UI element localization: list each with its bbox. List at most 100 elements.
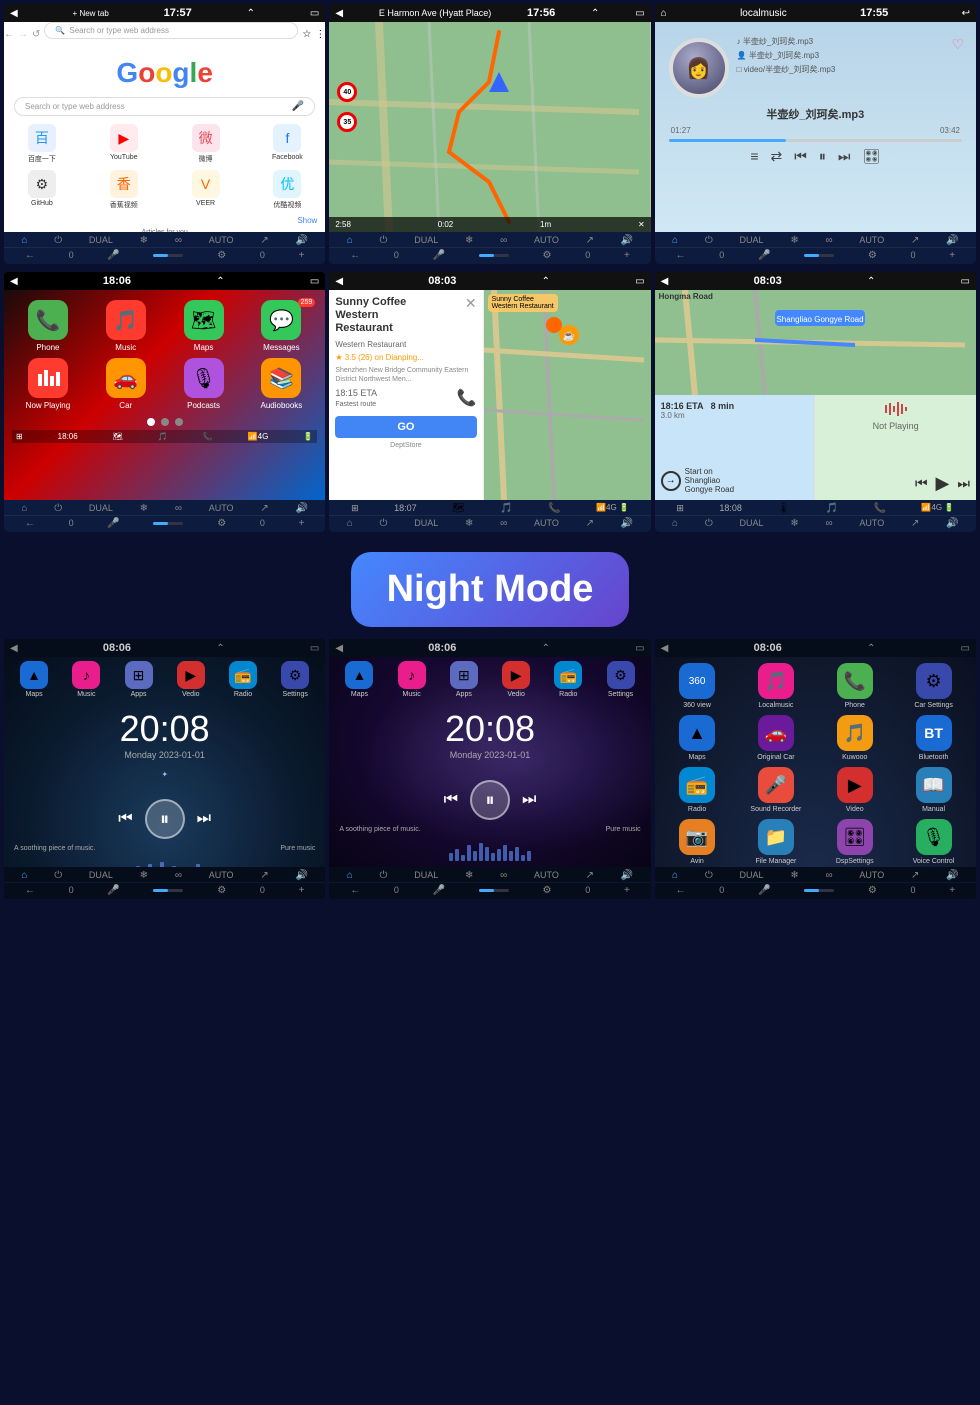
- app-radio[interactable]: 📻 Radio: [229, 661, 257, 698]
- app-music[interactable]: 🎵 Music: [90, 300, 162, 352]
- home-icon[interactable]: ⌂: [672, 518, 678, 529]
- app-maps[interactable]: 🗺 Maps: [168, 300, 240, 352]
- app-podcasts[interactable]: 🎙 Podcasts: [168, 358, 240, 410]
- nav-forward[interactable]: →: [18, 29, 28, 40]
- volume-icon[interactable]: 🔊: [946, 870, 958, 881]
- loop-icon[interactable]: ∞: [825, 235, 832, 246]
- loop-icon[interactable]: ∞: [175, 870, 182, 881]
- map-icon[interactable]: 🗺: [452, 503, 465, 514]
- play-btn[interactable]: ▶: [936, 473, 950, 494]
- arrow-left-icon[interactable]: ←: [350, 250, 360, 261]
- up-icon[interactable]: ⌃: [216, 643, 224, 654]
- nav-icon[interactable]: ↗: [260, 870, 268, 881]
- vol-up-icon[interactable]: +: [299, 518, 305, 529]
- fan-icon[interactable]: ⚙: [217, 885, 226, 896]
- up-icon[interactable]: ⌃: [542, 276, 550, 287]
- nav-back[interactable]: ←: [4, 29, 14, 40]
- snowflake-icon[interactable]: ❄: [465, 870, 473, 881]
- power-icon[interactable]: ⏻: [54, 503, 62, 514]
- home-icon[interactable]: ⌂: [661, 8, 667, 19]
- app-now-playing[interactable]: Now Playing: [12, 358, 84, 410]
- snowflake-icon[interactable]: ❄: [790, 235, 798, 246]
- back-icon[interactable]: ◀: [335, 276, 343, 287]
- home-icon[interactable]: ⌂: [347, 518, 353, 529]
- link-weibo[interactable]: 微 微博: [168, 124, 244, 164]
- power-icon[interactable]: ⏻: [54, 235, 62, 246]
- nav-icon[interactable]: ↗: [911, 235, 919, 246]
- link-veer[interactable]: V VEER: [168, 170, 244, 210]
- close-btn[interactable]: ✕: [638, 220, 645, 229]
- music-icon[interactable]: 🎵: [500, 503, 512, 514]
- temp-slider[interactable]: [153, 250, 183, 261]
- power-icon[interactable]: ⏻: [380, 870, 388, 881]
- up-icon[interactable]: ⌃: [867, 643, 875, 654]
- app-maps[interactable]: ▲ Maps: [661, 715, 734, 761]
- power-icon[interactable]: ⏻: [705, 518, 713, 529]
- power-icon[interactable]: ⏻: [705, 235, 713, 246]
- phone-app-icon[interactable]: 📞: [203, 432, 213, 441]
- volume-icon[interactable]: 🔊: [621, 870, 633, 881]
- power-icon[interactable]: ⏻: [54, 870, 62, 881]
- app-phone[interactable]: 📞 Phone: [12, 300, 84, 352]
- volume-icon[interactable]: 🔊: [946, 235, 958, 246]
- app-apps[interactable]: ⊞ Apps: [125, 661, 153, 698]
- back-btn[interactable]: ◀: [335, 8, 343, 19]
- home-icon[interactable]: ⌂: [347, 235, 353, 246]
- window-icon[interactable]: ▭: [635, 643, 644, 654]
- grid-icon[interactable]: ⊞: [351, 503, 359, 514]
- tab-icon[interactable]: + New tab: [73, 9, 109, 18]
- app-sound-recorder[interactable]: 🎤 Sound Recorder: [739, 767, 812, 813]
- arrow-left-icon[interactable]: ←: [25, 518, 35, 529]
- app-messages[interactable]: 💬 259 Messages: [245, 300, 317, 352]
- loop-icon[interactable]: ∞: [500, 870, 507, 881]
- app-apps[interactable]: ⊞ Apps: [450, 661, 478, 698]
- volume-icon[interactable]: 🔊: [621, 235, 633, 246]
- fan-icon[interactable]: ⚙: [868, 250, 877, 261]
- app-vedio[interactable]: ▶ Vedio: [177, 661, 205, 698]
- app-phone[interactable]: 📞 Phone: [818, 663, 891, 709]
- back-icon[interactable]: ◀: [10, 8, 18, 19]
- window-icon[interactable]: ▭: [961, 643, 970, 654]
- close-icon[interactable]: ✕: [465, 296, 477, 310]
- back-icon[interactable]: ◀: [10, 643, 18, 654]
- window-icon[interactable]: ▭: [961, 276, 970, 287]
- mic-icon[interactable]: 🎤: [107, 518, 119, 529]
- volume-icon[interactable]: 🔊: [946, 518, 958, 529]
- up-icon[interactable]: ⌃: [542, 643, 550, 654]
- app-maps[interactable]: ▲ Maps: [20, 661, 48, 698]
- link-youtube[interactable]: ▶ YouTube: [86, 124, 162, 164]
- prev-icon[interactable]: ⏮: [794, 148, 807, 165]
- music-app-icon[interactable]: 🎵: [158, 432, 168, 441]
- app-video[interactable]: ▶ Video: [818, 767, 891, 813]
- next-btn[interactable]: ⏭: [957, 475, 970, 492]
- next-icon[interactable]: ⏭: [838, 148, 851, 165]
- volume-icon[interactable]: 🔊: [295, 503, 307, 514]
- chevron-icon[interactable]: ⌃: [216, 276, 224, 287]
- address-bar[interactable]: 🔍 Search or type web address: [44, 22, 298, 39]
- arrow-left-icon[interactable]: ←: [25, 885, 35, 896]
- loop-icon[interactable]: ∞: [175, 503, 182, 514]
- heart-icon[interactable]: ♡: [951, 36, 964, 53]
- app-original-car[interactable]: 🚗 Original Car: [739, 715, 812, 761]
- back-icon[interactable]: ◀: [335, 643, 343, 654]
- mic-icon[interactable]: 🎤: [433, 250, 445, 261]
- play-pause-icon[interactable]: ⏸: [819, 148, 826, 165]
- mic-icon[interactable]: 🎤: [758, 885, 770, 896]
- snowflake-icon[interactable]: ❄: [465, 235, 473, 246]
- fan-icon[interactable]: ⚙: [543, 250, 552, 261]
- power-icon[interactable]: ⏻: [705, 870, 713, 881]
- loop-icon[interactable]: ∞: [825, 870, 832, 881]
- temp-slider[interactable]: [479, 250, 509, 261]
- home-icon[interactable]: ⌂: [21, 870, 27, 881]
- arrow-left-icon[interactable]: ←: [350, 885, 360, 896]
- temp-slider[interactable]: [479, 885, 509, 896]
- fan-icon[interactable]: ⚙: [217, 518, 226, 529]
- list-icon[interactable]: ≡: [750, 148, 758, 165]
- mic-icon[interactable]: 🎤: [758, 250, 770, 261]
- shuffle-icon[interactable]: ⇄: [771, 148, 783, 165]
- app-manual[interactable]: 📖 Manual: [897, 767, 970, 813]
- app-audiobooks[interactable]: 📚 Audiobooks: [245, 358, 317, 410]
- snowflake-icon[interactable]: ❄: [140, 235, 148, 246]
- vol-up-icon[interactable]: +: [624, 250, 630, 261]
- app-bluetooth[interactable]: BT Bluetooth: [897, 715, 970, 761]
